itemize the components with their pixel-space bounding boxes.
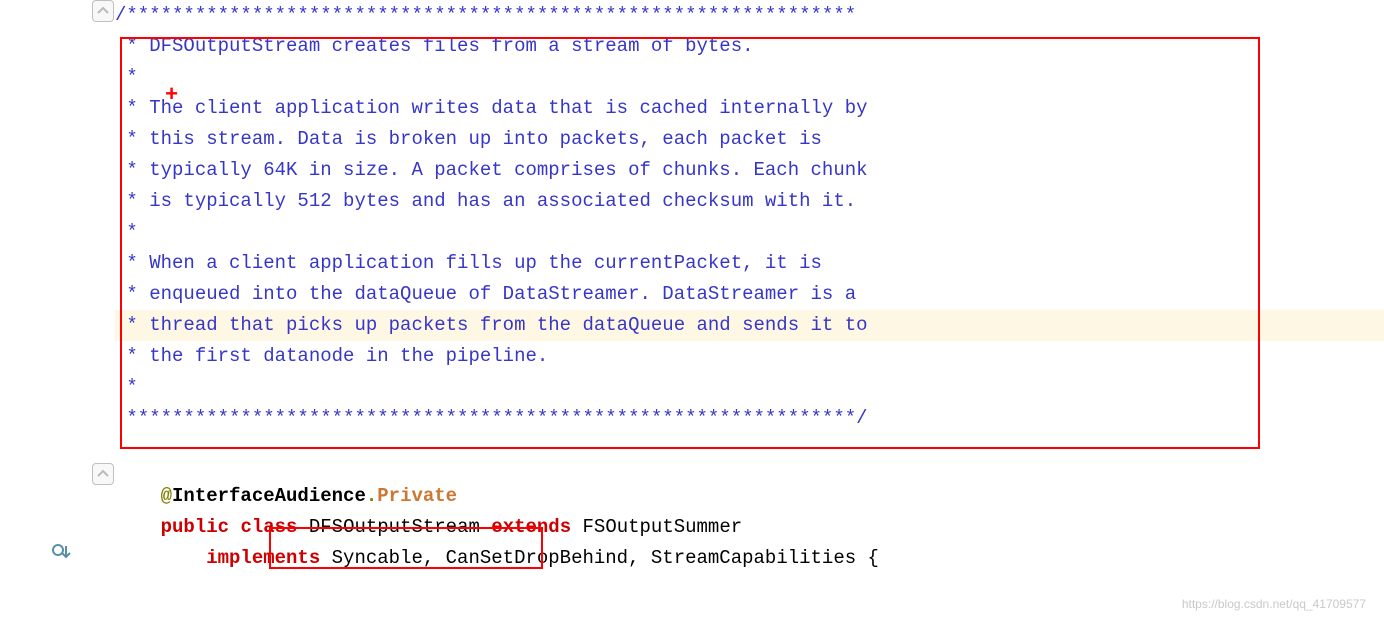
comment-line: *: [115, 376, 138, 398]
indent: [161, 547, 207, 569]
comment-line: * thread that picks up packets from the …: [115, 314, 868, 336]
comment-line: * When a client application fills up the…: [115, 252, 822, 274]
comment-line: * this stream. Data is broken up into pa…: [115, 128, 822, 150]
comment-line: *: [115, 66, 138, 88]
comment-line: * typically 64K in size. A packet compri…: [115, 159, 868, 181]
comment-line: /***************************************…: [115, 4, 856, 26]
comment-line: *: [115, 221, 138, 243]
editor-gutter: [0, 0, 115, 619]
comment-line: * is typically 512 bytes and has an asso…: [115, 190, 856, 212]
interfaces-list: Syncable, CanSetDropBehind, StreamCapabi…: [332, 547, 879, 569]
comment-line: * The client application writes data tha…: [115, 97, 868, 119]
keyword-implements: implements: [206, 547, 331, 569]
code-editor[interactable]: /***************************************…: [115, 0, 1384, 619]
comment-line: * DFSOutputStream creates files from a s…: [115, 35, 754, 57]
override-gutter-icon[interactable]: [50, 540, 74, 564]
comment-line: * enqueued into the dataQueue of DataStr…: [115, 283, 856, 305]
comment-line: * the first datanode in the pipeline.: [115, 345, 548, 367]
comment-line: ****************************************…: [115, 407, 868, 429]
fold-toggle-top[interactable]: [92, 0, 114, 22]
fold-toggle-mid[interactable]: [92, 463, 114, 485]
watermark-text: https://blog.csdn.net/qq_41709577: [1182, 597, 1366, 611]
